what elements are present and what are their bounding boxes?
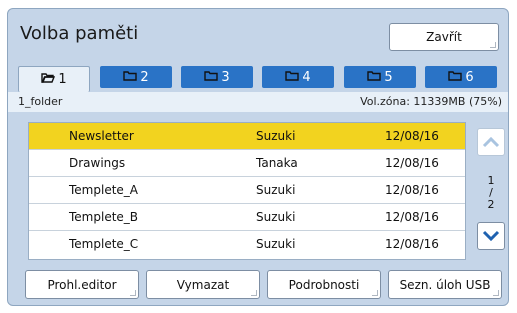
volume-zone: Vol.zóna: 11339MB (75%) <box>360 95 502 108</box>
scroll-up-button[interactable] <box>477 128 505 156</box>
job-list: Newsletter Suzuki 12/08/16 Drawings Tana… <box>28 122 466 260</box>
job-date: 12/08/16 <box>385 237 439 251</box>
job-name: Templete_C <box>69 237 139 251</box>
job-owner: Suzuki <box>256 210 296 224</box>
tab-folder-6[interactable]: 6 <box>425 66 497 88</box>
list-item[interactable]: Templete_A Suzuki 12/08/16 <box>29 177 465 204</box>
job-date: 12/08/16 <box>385 210 439 224</box>
job-owner: Suzuki <box>256 129 296 143</box>
list-item[interactable]: Templete_C Suzuki 12/08/16 <box>29 231 465 258</box>
tab-label: 2 <box>140 69 149 85</box>
close-button[interactable]: Zavřít <box>389 23 499 51</box>
tab-folder-3[interactable]: 3 <box>181 66 253 88</box>
job-name: Templete_B <box>69 210 139 224</box>
folder-icon <box>367 70 382 85</box>
folder-icon <box>448 70 463 85</box>
tab-label: 6 <box>465 69 474 85</box>
job-name: Drawings <box>69 156 126 170</box>
page-total: 2 <box>487 198 495 211</box>
list-item[interactable]: Templete_B Suzuki 12/08/16 <box>29 204 465 231</box>
folder-name: 1_folder <box>18 95 63 108</box>
job-owner: Tanaka <box>256 156 298 170</box>
job-date: 12/08/16 <box>385 129 439 143</box>
tab-label: 1 <box>58 72 67 87</box>
tab-folder-1[interactable]: 1 <box>18 66 90 92</box>
close-button-label: Zavřít <box>426 30 462 44</box>
tab-label: 4 <box>302 69 311 85</box>
delete-button[interactable]: Vymazat <box>146 270 260 299</box>
details-button[interactable]: Podrobnosti <box>267 270 381 299</box>
page-indicator: 1 / 2 <box>481 175 501 211</box>
job-name: Newsletter <box>69 129 134 143</box>
job-owner: Suzuki <box>256 237 296 251</box>
job-date: 12/08/16 <box>385 183 439 197</box>
preview-editor-label: Prohl.editor <box>47 277 117 292</box>
list-item[interactable]: Drawings Tanaka 12/08/16 <box>29 150 465 177</box>
folder-tabs: 1 2 3 4 5 6 <box>18 66 499 92</box>
tab-label: 3 <box>221 69 230 85</box>
delete-label: Vymazat <box>176 277 230 292</box>
job-name: Templete_A <box>69 183 138 197</box>
folder-icon <box>285 70 300 85</box>
usb-job-list-button[interactable]: Sezn. úloh USB <box>388 270 502 299</box>
tab-label: 5 <box>384 69 393 85</box>
tab-folder-5[interactable]: 5 <box>344 66 416 88</box>
job-owner: Suzuki <box>256 183 296 197</box>
chevron-down-icon <box>482 227 500 246</box>
memory-selection-dialog: Volba paměti Zavřít 1 2 3 4 5 6 1_folder… <box>7 8 509 306</box>
list-item[interactable]: Newsletter Suzuki 12/08/16 <box>29 123 465 150</box>
tab-folder-2[interactable]: 2 <box>100 66 172 88</box>
scroll-down-button[interactable] <box>477 222 505 250</box>
dialog-title: Volba paměti <box>20 23 139 44</box>
open-folder-icon <box>41 72 56 87</box>
folder-info-bar: 1_folder Vol.zóna: 11339MB (75%) <box>8 92 508 112</box>
folder-icon <box>123 70 138 85</box>
preview-editor-button[interactable]: Prohl.editor <box>25 270 139 299</box>
tab-folder-4[interactable]: 4 <box>262 66 334 88</box>
folder-icon <box>204 70 219 85</box>
job-date: 12/08/16 <box>385 156 439 170</box>
details-label: Podrobnosti <box>288 277 360 292</box>
chevron-up-icon <box>482 133 500 152</box>
usb-job-list-label: Sezn. úloh USB <box>399 277 491 292</box>
